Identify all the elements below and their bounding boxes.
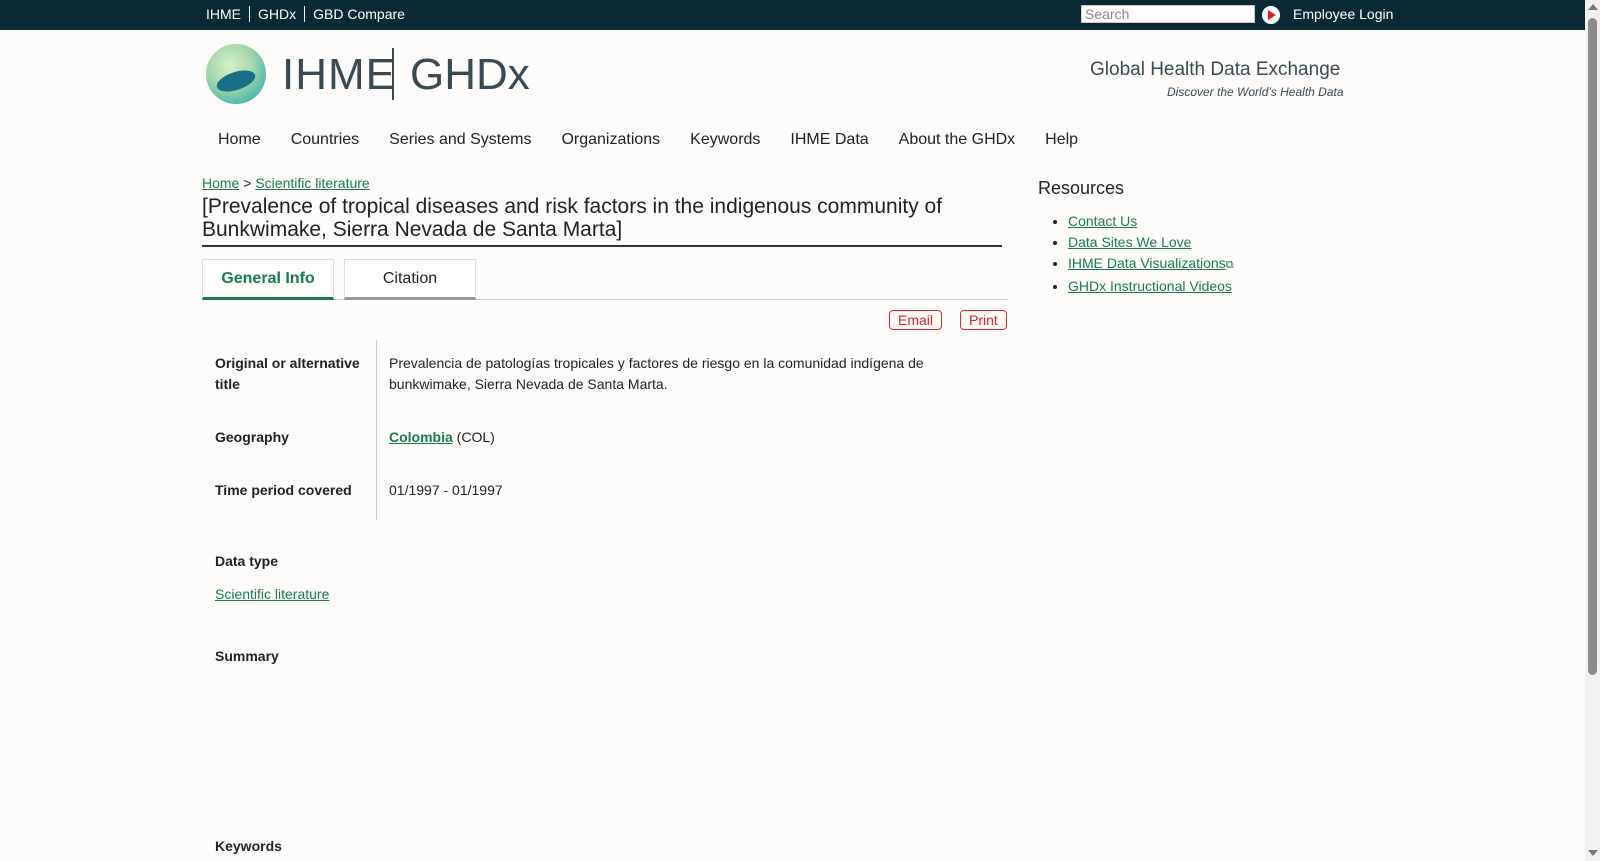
- scroll-down-icon[interactable]: [1588, 850, 1598, 856]
- scroll-up-icon[interactable]: [1588, 4, 1598, 10]
- top-bar: IHME GHDx GBD Compare Employee Login: [0, 0, 1585, 30]
- nav-ihme-data[interactable]: IHME Data: [790, 131, 868, 149]
- employee-login-link[interactable]: Employee Login: [1293, 6, 1393, 22]
- data-type-link[interactable]: Scientific literature: [215, 586, 329, 602]
- geography-value: Colombia (COL): [389, 427, 949, 448]
- alt-title-label: Original or alternative title: [215, 355, 360, 392]
- top-link-ghdx[interactable]: GHDx: [249, 6, 304, 22]
- field-divider: [376, 340, 377, 520]
- top-links: IHME GHDx GBD Compare: [206, 6, 413, 22]
- main-nav: Home Countries Series and Systems Organi…: [218, 131, 1108, 149]
- tab-bar: General Info Citation: [202, 259, 1008, 300]
- resource-ghdx-instructional-videos[interactable]: GHDx Instructional Videos: [1068, 278, 1232, 294]
- tab-citation[interactable]: Citation: [344, 259, 476, 300]
- resource-data-sites-we-love[interactable]: Data Sites We Love: [1068, 234, 1191, 250]
- email-button[interactable]: Email: [889, 310, 943, 330]
- geography-label: Geography: [215, 429, 289, 445]
- time-period-value: 01/1997 - 01/1997: [389, 482, 503, 498]
- data-type-value: Scientific literature: [215, 584, 365, 605]
- nav-organizations[interactable]: Organizations: [561, 131, 660, 149]
- nav-series-and-systems[interactable]: Series and Systems: [389, 131, 531, 149]
- resources-list: Contact Us Data Sites We Love IHME Data …: [1068, 213, 1234, 299]
- tagline-subtitle: Discover the World’s Health Data: [1167, 85, 1344, 99]
- nav-home[interactable]: Home: [218, 131, 261, 149]
- ihme-logo-icon: [206, 44, 266, 104]
- geography-link-colombia[interactable]: Colombia: [389, 429, 453, 445]
- print-button[interactable]: Print: [960, 310, 1007, 330]
- list-item: Contact Us: [1068, 213, 1234, 230]
- logo-ihme-text: IHME: [282, 50, 396, 99]
- resources-heading: Resources: [1038, 178, 1125, 198]
- breadcrumb-home[interactable]: Home: [202, 175, 239, 191]
- nav-help[interactable]: Help: [1045, 131, 1078, 149]
- search-go-icon[interactable]: [1262, 6, 1280, 24]
- tagline-title: Global Health Data Exchange: [1090, 59, 1341, 80]
- nav-keywords[interactable]: Keywords: [690, 131, 760, 149]
- list-item: GHDx Instructional Videos: [1068, 278, 1234, 295]
- external-link-icon: ⧉: [1225, 259, 1234, 271]
- alt-title-value: Prevalencia de patologías tropicales y f…: [389, 355, 924, 392]
- geography-code: (COL): [456, 429, 495, 445]
- keywords-label: Keywords: [215, 838, 282, 854]
- page-title: [Prevalence of tropical diseases and ris…: [202, 195, 1002, 247]
- breadcrumb: Home > Scientific literature: [202, 175, 370, 191]
- summary-label: Summary: [215, 648, 279, 664]
- time-period-label: Time period covered: [215, 482, 352, 498]
- tab-general-info[interactable]: General Info: [202, 259, 334, 300]
- resource-contact-us[interactable]: Contact Us: [1068, 213, 1137, 229]
- data-type-label: Data type: [215, 553, 279, 569]
- breadcrumb-separator: >: [243, 175, 252, 191]
- top-link-ihme[interactable]: IHME: [206, 6, 249, 22]
- logo-divider: [392, 48, 394, 100]
- list-item: IHME Data Visualizations⧉: [1068, 255, 1234, 274]
- breadcrumb-scientific-literature[interactable]: Scientific literature: [255, 175, 369, 191]
- list-item: Data Sites We Love: [1068, 234, 1234, 251]
- nav-countries[interactable]: Countries: [291, 131, 359, 149]
- search-input[interactable]: [1081, 5, 1255, 23]
- resource-ihme-data-visualizations[interactable]: IHME Data Visualizations: [1068, 255, 1226, 271]
- scrollbar-thumb[interactable]: [1588, 18, 1597, 675]
- nav-about-the-ghdx[interactable]: About the GHDx: [899, 131, 1016, 149]
- logo-ghdx-text: GHDx: [410, 50, 530, 99]
- top-link-gbd-compare[interactable]: GBD Compare: [304, 6, 413, 22]
